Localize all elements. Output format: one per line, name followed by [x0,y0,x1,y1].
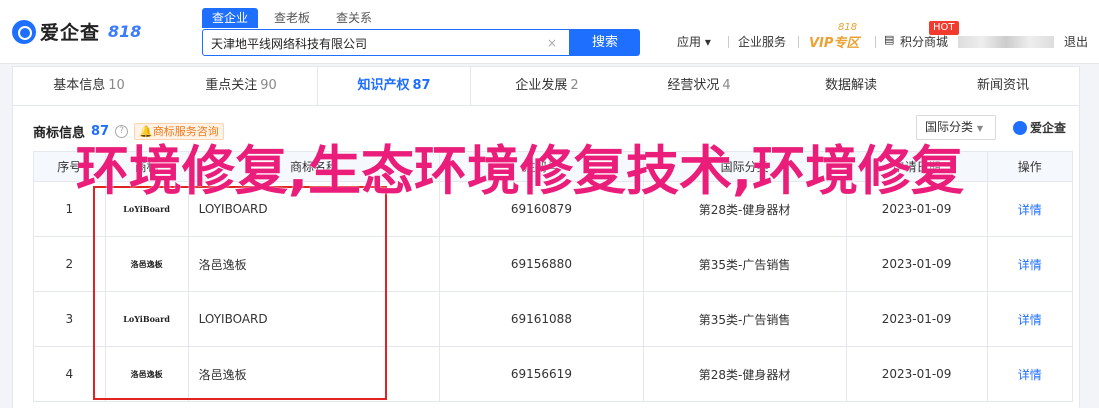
details-link[interactable]: 详情 [986,291,1073,347]
filter-label: 国际分类 [925,120,974,134]
nav-enterprise-service[interactable]: 企业服务 [738,33,786,50]
application-date: 2023-01-09 [845,236,988,292]
tab-operation-status[interactable]: 经营状况 4 [623,67,775,105]
tab-basic-info[interactable]: 基本信息 10 [13,67,165,105]
registration-number: 69161088 [439,291,644,347]
consult-label: 商标服务咨询 [152,125,219,138]
tab-news[interactable]: 新闻资讯 [927,67,1079,105]
logo-icon [12,19,36,44]
brand-text: 爱企查 [1030,121,1067,135]
nav-divider [798,36,799,48]
tab-key-focus[interactable]: 重点关注 90 [165,67,317,105]
search-input[interactable]: 天津地平线网络科技有限公司 × [202,29,570,56]
highlight-box [93,186,387,400]
help-icon[interactable]: ? [115,125,129,138]
tab-data-interpretation[interactable]: 数据解读 [775,67,927,105]
search-tabs: 查企业 查老板 查关系 [202,8,382,28]
tab-count: 87 [412,78,431,93]
logo[interactable]: 爱企查 818 [12,18,141,45]
brand-logo-icon [1013,120,1027,135]
nav-app-menu[interactable]: 应用 ▾ [677,33,711,50]
tab-label: 重点关注 [205,78,258,93]
international-class-select[interactable]: 国际分类 ▼ [916,115,996,140]
search-tab-boss[interactable]: 查老板 [264,8,320,28]
points-icon: ▤ [884,33,895,46]
tab-label: 知识产权 [357,78,410,93]
tab-count: 2 [570,78,579,93]
international-class: 第35类-广告销售 [642,236,847,292]
hot-badge: HOT [929,21,959,35]
tab-label: 基本信息 [53,78,106,93]
nav-points-mall[interactable]: 积分商城 [900,33,948,50]
section-title-text: 商标信息 [33,126,86,141]
registration-number: 69156619 [439,346,644,402]
nav-vip-zone[interactable]: VIP专区 [809,32,859,51]
clear-icon[interactable]: × [547,36,557,50]
trademark-consult-button[interactable]: 🔔商标服务咨询 [134,123,224,140]
search-input-value: 天津地平线网络科技有限公司 [211,37,368,51]
tab-enterprise-development[interactable]: 企业发展 2 [471,67,623,105]
logout-link[interactable]: 退出 [1064,33,1088,50]
details-link[interactable]: 详情 [986,346,1073,402]
section-title: 商标信息 87 ? 🔔商标服务咨询 [33,122,224,141]
main-tabs: 基本信息 10 重点关注 90 知识产权 87 企业发展 2 经营状况 4 数据解读 新闻… [12,66,1080,106]
application-date: 2023-01-09 [845,346,988,402]
international-class: 第35类-广告销售 [642,291,847,347]
tab-intellectual-property[interactable]: 知识产权 87 [317,67,471,105]
international-class: 第28类-健身器材 [642,346,847,402]
tab-label: 经营状况 [667,78,720,93]
chevron-down-icon: ▼ [976,124,983,133]
application-date: 2023-01-09 [845,291,988,347]
brand-watermark: 爱企查 [1013,119,1066,136]
user-name-blurred[interactable] [958,36,1054,48]
search-tab-company[interactable]: 查企业 [202,8,259,28]
logo-818: 818 [108,22,142,41]
tab-label: 新闻资讯 [976,78,1029,93]
tab-count: 90 [260,78,277,93]
top-header: 爱企查 818 查企业 查老板 查关系 天津地平线网络科技有限公司 × 搜索 应… [0,0,1099,64]
logo-text: 爱企查 [40,22,101,44]
section-count: 87 [91,124,110,139]
nav-divider [728,36,729,48]
tab-label: 企业发展 [515,78,568,93]
tab-count: 10 [108,78,125,93]
search-tab-relation[interactable]: 查关系 [326,8,382,28]
tab-label: 数据解读 [824,78,877,93]
registration-number: 69156880 [439,236,644,292]
overlay-title: 环境修复,生态环境修复技术,环境修复 [75,141,965,202]
search-button[interactable]: 搜索 [570,29,640,56]
tab-count: 4 [722,78,731,93]
nav-divider [875,36,876,48]
details-link[interactable]: 详情 [986,236,1073,292]
